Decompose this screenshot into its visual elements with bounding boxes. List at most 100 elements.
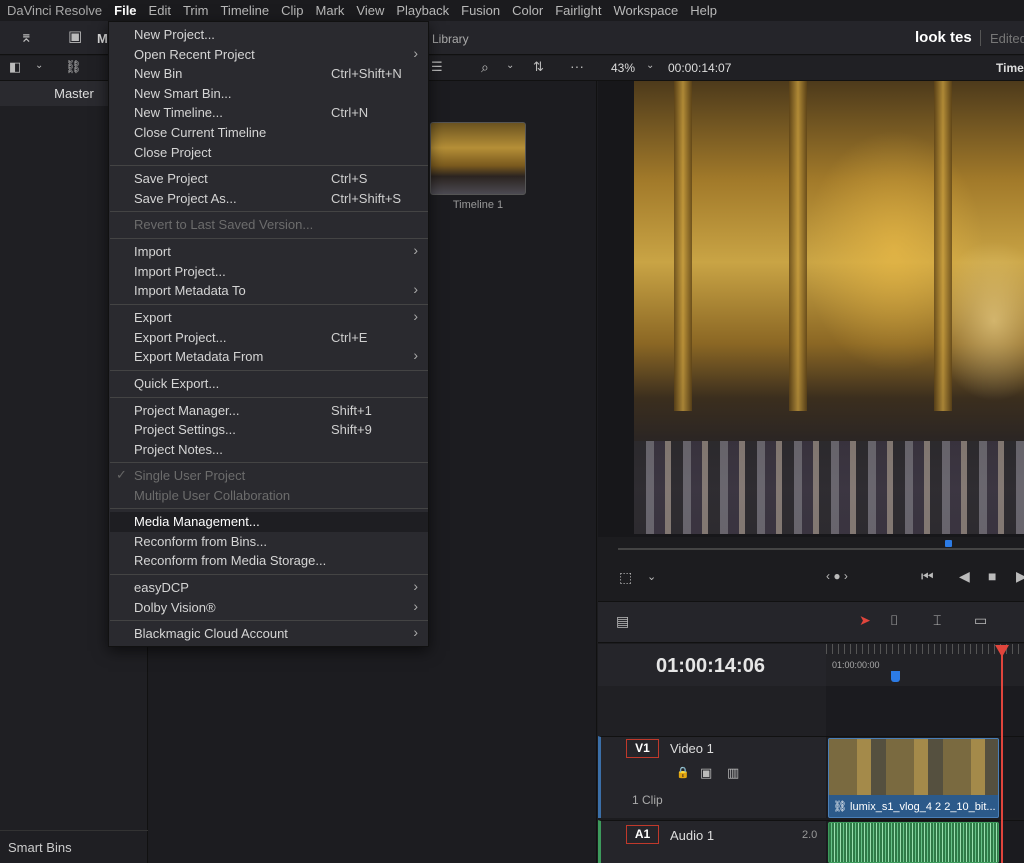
ruler-start-timecode: 01:00:00:00 [832, 660, 880, 670]
project-status: Edited [990, 31, 1024, 46]
menu-separator [110, 304, 428, 305]
transport-controls: ⬚ ⌄ ‹ ● › ⏮ ◀ ■ ▶ [598, 560, 1024, 600]
menu-item-new-project[interactable]: New Project... [110, 25, 428, 45]
trim-tool-icon[interactable]: ⌷ [890, 612, 898, 629]
menu-item-reconform-from-media-storage[interactable]: Reconform from Media Storage... [110, 551, 428, 571]
menu-item-import-metadata-to[interactable]: Import Metadata To › [110, 281, 428, 301]
chevron-right-icon: › [413, 281, 418, 298]
menu-item-new-smart-bin[interactable]: New Smart Bin... [110, 84, 428, 104]
chevron-down-icon[interactable]: ⌄ [646, 60, 654, 71]
menu-trim[interactable]: Trim [177, 0, 215, 21]
video-track-name[interactable]: Video 1 [670, 741, 714, 756]
audio-clip[interactable] [828, 822, 999, 863]
menu-separator [110, 211, 428, 212]
menu-separator [110, 574, 428, 575]
menu-separator [110, 165, 428, 166]
selection-tool-icon[interactable]: ➤ [859, 612, 871, 629]
menu-item-new-bin[interactable]: New Bin Ctrl+Shift+N [110, 64, 428, 84]
panel-toggle-icon[interactable]: ◧ [9, 59, 21, 75]
menu-item-save-project[interactable]: Save Project Ctrl+S [110, 169, 428, 189]
menu-item-dolby-vision[interactable]: Dolby Vision® › [110, 598, 428, 618]
viewer-scrub-bar[interactable] [618, 548, 1024, 550]
menu-help[interactable]: Help [684, 0, 723, 21]
menu-item-project-settings[interactable]: Project Settings... Shift+9 [110, 420, 428, 440]
menu-item-new-timeline[interactable]: New Timeline... Ctrl+N [110, 103, 428, 123]
menu-file[interactable]: File [108, 0, 142, 21]
chevron-right-icon: › [413, 347, 418, 364]
menu-separator [110, 238, 428, 239]
viewer-zoom[interactable]: 43% [611, 61, 635, 75]
crop-icon[interactable]: ⬚ [619, 569, 632, 586]
blade-edit-icon[interactable]: ⌶ [933, 612, 941, 629]
timeline-marker[interactable] [891, 671, 900, 682]
track-enable-icon[interactable]: ▥ [727, 765, 739, 781]
skip-to-start-icon[interactable]: ⏮ [921, 568, 934, 585]
menu-item-project-notes[interactable]: Project Notes... [110, 440, 428, 460]
media-pool-label[interactable]: M [97, 31, 108, 46]
menu-item-quick-export[interactable]: Quick Export... [110, 374, 428, 394]
menu-app-name[interactable]: DaVinci Resolve [0, 0, 108, 21]
lock-icon[interactable]: 🔒 [676, 766, 690, 779]
audio-track-name[interactable]: Audio 1 [670, 828, 714, 843]
menu-item-close-project[interactable]: Close Project [110, 143, 428, 163]
viewer-frame [634, 81, 1024, 534]
video-clip-label: lumix_s1_vlog_4 2 2_10_bit... [850, 801, 996, 813]
menu-item-export-project[interactable]: Export Project... Ctrl+E [110, 328, 428, 348]
menu-item-import[interactable]: Import › [110, 242, 428, 262]
audio-track-badge[interactable]: A1 [626, 825, 659, 844]
menu-item-import-project[interactable]: Import Project... [110, 262, 428, 282]
auto-track-icon[interactable]: ▣ [700, 765, 712, 781]
menu-separator [110, 462, 428, 463]
search-icon[interactable]: ⌕ [481, 59, 489, 76]
viewer-scrub-handle[interactable] [945, 540, 952, 547]
timeline-timecode: 01:00:14:06 [656, 655, 765, 677]
menu-fairlight[interactable]: Fairlight [549, 0, 607, 21]
menu-item-save-project-as[interactable]: Save Project As... Ctrl+Shift+S [110, 189, 428, 209]
menu-item-export[interactable]: Export › [110, 308, 428, 328]
title-divider [980, 30, 981, 46]
menu-playback[interactable]: Playback [390, 0, 455, 21]
timeline-thumbnail[interactable] [430, 122, 526, 195]
play-reverse-icon[interactable]: ◀ [959, 568, 970, 585]
menu-item-easydcp[interactable]: easyDCP › [110, 578, 428, 598]
media-storage-icon[interactable]: ⌆ [20, 28, 33, 46]
timeline-options-icon[interactable]: ▤ [616, 613, 629, 630]
sort-icon[interactable]: ⇅ [533, 59, 544, 75]
menu-clip[interactable]: Clip [275, 0, 309, 21]
smart-bins[interactable]: Smart Bins [0, 830, 148, 863]
menu-mark[interactable]: Mark [310, 0, 351, 21]
library-label[interactable]: Library [432, 32, 469, 46]
chevron-down-icon[interactable]: ⌄ [506, 60, 514, 71]
viewer-timecode: 00:00:14:07 [668, 61, 732, 75]
menu-item-open-recent-project[interactable]: Open Recent Project › [110, 45, 428, 65]
menu-workspace[interactable]: Workspace [607, 0, 684, 21]
menu-separator [110, 397, 428, 398]
video-track-badge[interactable]: V1 [626, 739, 659, 758]
menu-fusion[interactable]: Fusion [455, 0, 506, 21]
razor-tool-icon[interactable]: ▭ [974, 612, 987, 629]
chevron-down-icon[interactable]: ⌄ [35, 60, 43, 71]
stop-icon[interactable]: ■ [988, 568, 996, 584]
menu-item-export-metadata-from[interactable]: Export Metadata From › [110, 347, 428, 367]
more-options-icon[interactable]: ··· [570, 58, 584, 74]
menu-item-project-manager[interactable]: Project Manager... Shift+1 [110, 401, 428, 421]
menu-edit[interactable]: Edit [143, 0, 177, 21]
play-icon[interactable]: ▶ [1016, 568, 1024, 585]
jog-icon[interactable]: ‹ ● › [826, 569, 848, 583]
menu-item-blackmagic-cloud-account[interactable]: Blackmagic Cloud Account › [110, 624, 428, 644]
media-pool-icon[interactable]: ▣ [68, 27, 82, 45]
link-icon[interactable]: ⛓ [65, 59, 82, 75]
menu-timeline[interactable]: Timeline [214, 0, 275, 21]
menu-item-close-current-timeline[interactable]: Close Current Timeline [110, 123, 428, 143]
menu-item-media-management[interactable]: Media Management... [110, 512, 428, 532]
playhead-line[interactable] [1001, 655, 1003, 863]
chevron-right-icon: › [413, 242, 418, 258]
chevron-down-icon[interactable]: ⌄ [647, 570, 656, 583]
menu-view[interactable]: View [350, 0, 390, 21]
menu-item-single-user-project: ✓ Single User Project [116, 467, 246, 483]
checkmark-icon: ✓ [116, 467, 127, 482]
menu-color[interactable]: Color [506, 0, 549, 21]
list-view-icon[interactable]: ☰ [431, 59, 443, 75]
menu-item-reconform-from-bins[interactable]: Reconform from Bins... [110, 532, 428, 552]
timeline-name-label: Time [996, 61, 1024, 75]
